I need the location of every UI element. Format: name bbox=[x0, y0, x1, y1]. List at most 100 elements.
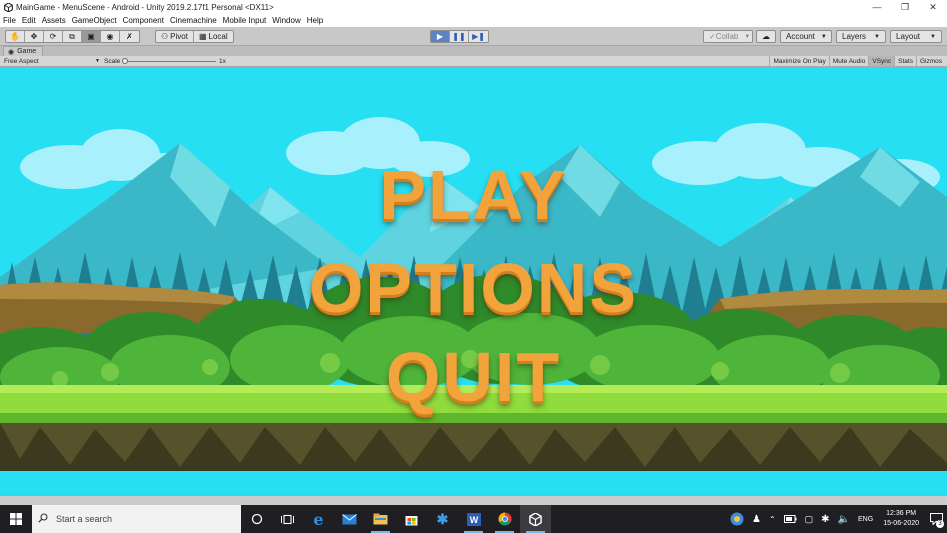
menu-assets[interactable]: Assets bbox=[39, 16, 69, 25]
menu-gameobject[interactable]: GameObject bbox=[69, 16, 120, 25]
minimize-icon[interactable]: — bbox=[863, 0, 891, 14]
collab-label: Collab bbox=[715, 32, 739, 41]
unity-icon[interactable] bbox=[520, 505, 551, 533]
menu-window[interactable]: Window bbox=[269, 16, 303, 25]
chevron-down-icon: ▼ bbox=[95, 58, 100, 64]
menu-help[interactable]: Help bbox=[304, 16, 326, 25]
local-button[interactable]: ▦ Local bbox=[194, 31, 233, 42]
notification-count-badge: 3 bbox=[936, 520, 944, 528]
language-indicator[interactable]: ENG bbox=[854, 505, 877, 533]
editor-toolbar: ✋ ✥ ⟳ ⧉ ▣ ◉ ✗ ⚇ Pivot ▦ Local ▶ ❚❚ ▶❚ ✓ Co… bbox=[0, 27, 947, 46]
collab-dropdown[interactable]: ✓ Collab ▼ bbox=[703, 30, 753, 43]
play-controls: ▶ ❚❚ ▶❚ bbox=[430, 30, 489, 43]
pivot-toggles: ⚇ Pivot ▦ Local bbox=[155, 30, 234, 43]
tab-game[interactable]: ◉ Game bbox=[3, 46, 44, 56]
word-icon[interactable]: W bbox=[458, 505, 489, 533]
play-icon[interactable]: ▶ bbox=[431, 31, 450, 42]
pivot-button[interactable]: ⚇ Pivot bbox=[156, 31, 194, 42]
local-label: Local bbox=[208, 32, 228, 41]
move-tool-icon[interactable]: ✥ bbox=[25, 31, 44, 42]
tab-game-label: Game bbox=[17, 48, 37, 55]
local-icon: ▦ bbox=[198, 32, 207, 41]
menu-file[interactable]: File bbox=[0, 16, 19, 25]
game-tab-strip: ◉ Game bbox=[0, 46, 947, 56]
chevron-down-icon: ▼ bbox=[744, 33, 751, 40]
wifi-icon[interactable]: ✱ bbox=[817, 505, 833, 533]
display-icon[interactable]: ▢ bbox=[801, 505, 818, 533]
windows-start-icon[interactable] bbox=[0, 505, 32, 533]
clock-date: 15-06-2020 bbox=[883, 520, 919, 527]
scale-value: 1x bbox=[219, 58, 226, 65]
step-icon[interactable]: ▶❚ bbox=[469, 31, 488, 42]
options-button[interactable]: OPTIONS bbox=[0, 253, 947, 323]
game-view-controls: Free Aspect ▼ Scale 1x Maximize On Play … bbox=[0, 56, 947, 67]
pause-icon[interactable]: ❚❚ bbox=[450, 31, 469, 42]
close-icon[interactable]: ✕ bbox=[919, 0, 947, 14]
layout-label: Layout bbox=[896, 32, 921, 41]
gizmos-toggle[interactable]: Gizmos bbox=[915, 56, 945, 66]
window-titlebar: MainGame - MenuScene - Android - Unity 2… bbox=[0, 0, 947, 14]
aspect-dropdown[interactable]: Free Aspect bbox=[4, 58, 39, 65]
taskbar-search-box[interactable]: Start a search bbox=[32, 505, 241, 533]
menu-edit[interactable]: Edit bbox=[19, 16, 39, 25]
svg-text:W: W bbox=[469, 515, 478, 525]
menu-component[interactable]: Component bbox=[120, 16, 167, 25]
chevron-down-icon: ▼ bbox=[930, 33, 936, 40]
search-icon bbox=[38, 513, 48, 525]
stats-toggle[interactable]: Stats bbox=[894, 56, 916, 66]
scale-label: Scale bbox=[104, 58, 121, 65]
weather-icon[interactable] bbox=[726, 505, 748, 533]
cloud-icon: ☁ bbox=[762, 32, 770, 41]
account-label: Account bbox=[786, 32, 815, 41]
editor-status-bar bbox=[0, 495, 947, 505]
mute-audio-toggle[interactable]: Mute Audio bbox=[828, 56, 869, 66]
play-button[interactable]: PLAY bbox=[0, 160, 947, 230]
menu-cinemachine[interactable]: Cinemachine bbox=[167, 16, 220, 25]
pivot-label: Pivot bbox=[170, 32, 188, 41]
notification-center-icon[interactable]: 3 bbox=[925, 505, 947, 533]
task-view-icon[interactable] bbox=[272, 505, 303, 533]
chevron-down-icon: ▼ bbox=[874, 33, 880, 40]
chrome-icon[interactable] bbox=[489, 505, 520, 533]
layers-dropdown[interactable]: Layers ▼ bbox=[836, 30, 886, 43]
search-placeholder: Start a search bbox=[56, 514, 113, 524]
edge-icon[interactable]: e bbox=[303, 505, 334, 533]
game-view-toggles: Maximize On Play Mute Audio VSync Stats … bbox=[769, 56, 945, 66]
scale-tool-icon[interactable]: ⧉ bbox=[63, 31, 82, 42]
custom-tool-icon[interactable]: ✗ bbox=[120, 31, 139, 42]
task-view-icon[interactable] bbox=[241, 505, 272, 533]
window-title: MainGame - MenuScene - Android - Unity 2… bbox=[16, 2, 274, 12]
battery-icon[interactable] bbox=[780, 505, 801, 533]
rotate-tool-icon[interactable]: ⟳ bbox=[44, 31, 63, 42]
system-tray: ♟ ⌃ ▢ ✱ 🔈 ENG 12:36 PM 15-06-2020 3 bbox=[726, 505, 947, 533]
quit-button[interactable]: QUIT bbox=[0, 342, 947, 412]
collab-check-icon: ✓ bbox=[709, 32, 716, 41]
transform-tools: ✋ ✥ ⟳ ⧉ ▣ ◉ ✗ bbox=[5, 30, 140, 43]
clock-time: 12:36 PM bbox=[886, 510, 917, 517]
layers-label: Layers bbox=[842, 32, 867, 41]
store-icon[interactable] bbox=[396, 505, 427, 533]
layout-dropdown[interactable]: Layout ▼ bbox=[890, 30, 942, 43]
windows-taskbar: Start a search e ✱ W ♟ ⌃ ▢ ✱ 🔈 ENG 12:36… bbox=[0, 505, 947, 533]
game-view[interactable]: PLAY OPTIONS QUIT bbox=[0, 67, 947, 505]
people-icon[interactable]: ♟ bbox=[748, 505, 765, 533]
scale-slider-track[interactable] bbox=[124, 61, 216, 62]
transform-tool-icon[interactable]: ◉ bbox=[101, 31, 120, 42]
file-explorer-icon[interactable] bbox=[365, 505, 396, 533]
mail-icon[interactable] bbox=[334, 505, 365, 533]
chevron-up-icon[interactable]: ⌃ bbox=[765, 505, 780, 533]
volume-icon[interactable]: 🔈 bbox=[834, 505, 854, 533]
visual-studio-icon[interactable]: ✱ bbox=[427, 505, 458, 533]
vsync-toggle[interactable]: VSync bbox=[868, 56, 895, 66]
scale-slider-handle[interactable] bbox=[122, 58, 128, 64]
cloud-button[interactable]: ☁ bbox=[756, 30, 776, 43]
pivot-icon: ⚇ bbox=[161, 32, 169, 41]
hand-tool-icon[interactable]: ✋ bbox=[6, 31, 25, 42]
account-dropdown[interactable]: Account ▼ bbox=[780, 30, 832, 43]
rect-tool-icon[interactable]: ▣ bbox=[82, 31, 101, 42]
maximize-on-play-toggle[interactable]: Maximize On Play bbox=[769, 56, 828, 66]
game-controller-icon: ◉ bbox=[8, 48, 15, 56]
menu-mobile-input[interactable]: Mobile Input bbox=[220, 16, 270, 25]
taskbar-clock[interactable]: 12:36 PM 15-06-2020 bbox=[877, 509, 925, 529]
restore-icon[interactable]: ❐ bbox=[891, 0, 919, 14]
